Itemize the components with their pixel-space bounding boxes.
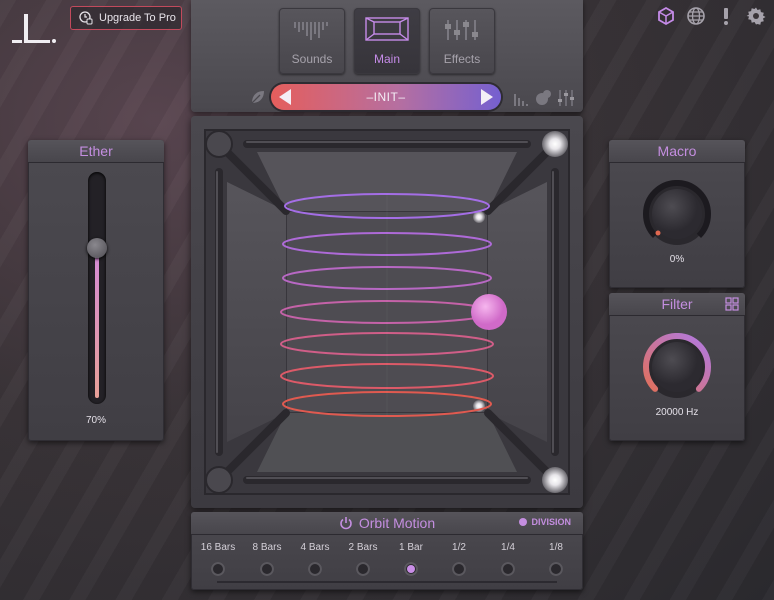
logo [12,14,56,43]
waveform-icon [294,22,328,40]
division-option[interactable]: 1/8 [531,542,581,576]
division-option-label: 16 Bars [200,542,236,553]
filter-panel: Filter 20000 Hz [609,293,745,441]
exclamation-icon[interactable] [716,6,736,26]
division-option[interactable]: 1 Bar [386,542,436,576]
mixer-icon[interactable] [557,89,575,107]
division-radio[interactable] [211,562,225,576]
tab-main-label: Main [373,52,400,66]
orbit-stage[interactable] [191,116,583,508]
macro-title: Macro [609,140,745,163]
division-option[interactable]: 1/2 [434,542,484,576]
filter-value: 20000 Hz [655,407,699,418]
tab-main[interactable]: Main [354,8,420,74]
leaf-icon[interactable] [249,88,267,106]
bars-icon[interactable] [513,90,529,106]
preset-prev-icon[interactable] [279,89,291,105]
ether-value: 70% [85,415,106,426]
dice-icon[interactable] [534,89,552,107]
division-radio[interactable] [501,562,515,576]
corner-node-tl[interactable] [205,130,233,158]
division-track [217,581,557,583]
upgrade-button[interactable]: Upgrade To Pro [70,6,182,30]
orbit-motion-header: Orbit Motion DIVISION [191,512,583,535]
preset-name: –INIT– [366,90,406,104]
division-label: DIVISION [531,517,571,527]
filter-title-label: Filter [661,296,693,312]
division-option[interactable]: 8 Bars [242,542,292,576]
division-option-label: 1/4 [501,542,515,553]
grid-icon[interactable] [725,297,739,311]
tab-effects[interactable]: Effects [429,8,495,74]
tab-sounds-label: Sounds [291,52,333,66]
division-option-label: 1/8 [549,542,563,553]
division-option-label: 8 Bars [252,542,282,553]
preset-selector[interactable]: –INIT– [271,84,501,110]
macro-panel: Macro 0% [609,140,745,288]
division-option[interactable]: 1/4 [483,542,533,576]
division-radio[interactable] [549,562,563,576]
division-option-label: 1/2 [452,542,466,553]
gear-icon[interactable] [746,6,766,26]
top-nav-panel: Sounds Main Effects –INIT– [191,0,583,112]
corner-node-br[interactable] [542,467,568,493]
division-radio[interactable] [452,562,466,576]
tab-effects-label: Effects [443,52,481,66]
sliders-icon [445,20,478,40]
filter-title: Filter [609,293,745,316]
orbit-ball[interactable] [471,294,507,330]
division-radio[interactable] [308,562,322,576]
division-option-label: 2 Bars [348,542,378,553]
power-icon[interactable] [339,516,353,530]
division-option[interactable]: 2 Bars [338,542,388,576]
division-dot-icon [519,518,528,526]
macro-value: 0% [669,254,685,265]
division-toggle[interactable]: DIVISION [519,517,571,527]
filter-knob[interactable] [643,333,711,401]
cube-icon[interactable] [656,6,676,26]
corner-node-bl[interactable] [205,466,233,494]
ether-panel: Ether 70% [28,140,164,441]
top-icon-bar [656,6,766,26]
orbit-motion-title: Orbit Motion [358,515,436,531]
globe-icon[interactable] [686,6,706,26]
division-selector: 16 Bars 8 Bars 4 Bars 2 Bars 1 Bar 1/2 1… [191,542,583,586]
division-option-label: 4 Bars [300,542,330,553]
tab-sounds[interactable]: Sounds [279,8,345,74]
ether-slider[interactable] [87,172,107,404]
division-radio[interactable] [260,562,274,576]
division-option[interactable]: 4 Bars [290,542,340,576]
ether-title: Ether [28,140,164,163]
ether-slider-handle[interactable] [87,238,107,258]
division-option[interactable]: 16 Bars [193,542,243,576]
ether-slider-fill [95,248,99,398]
orbit-visualizer [204,129,570,495]
lock-clock-icon [79,11,93,25]
orbit-motion-panel: Orbit Motion DIVISION 16 Bars 8 Bars 4 B… [191,512,583,590]
cube-frame-icon [365,17,409,41]
macro-knob[interactable] [643,180,711,248]
division-radio[interactable] [356,562,370,576]
corner-node-tr[interactable] [542,131,568,157]
upgrade-label: Upgrade To Pro [99,12,176,24]
division-radio[interactable] [404,562,418,576]
division-option-label: 1 Bar [399,542,423,553]
preset-next-icon[interactable] [480,89,493,105]
